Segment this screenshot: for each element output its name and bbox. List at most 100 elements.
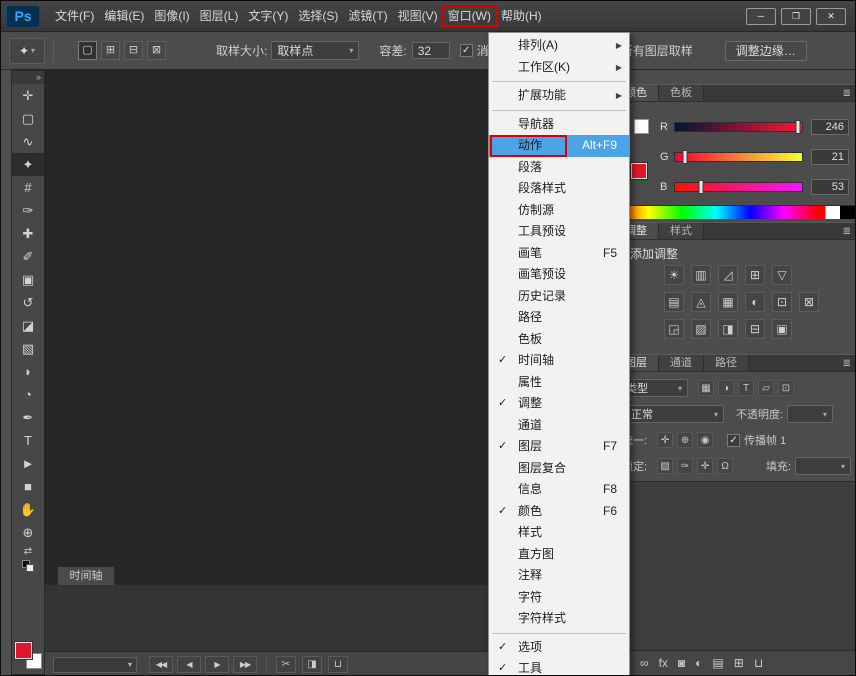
color-balance-icon[interactable]: ◬ bbox=[691, 292, 711, 312]
new-group-icon[interactable]: ▤ bbox=[712, 656, 723, 670]
menu-item[interactable]: 信息F8 bbox=[489, 479, 629, 501]
menu-item[interactable]: 色板 bbox=[489, 329, 629, 351]
filter-pixel-layers-icon[interactable]: ▦ bbox=[698, 380, 714, 396]
move-tool[interactable]: ✛ bbox=[12, 84, 44, 107]
menubar-item[interactable]: 选择(S) bbox=[293, 1, 343, 31]
curves-icon[interactable]: ◿ bbox=[718, 265, 738, 285]
menu-item[interactable]: 画笔预设 bbox=[489, 264, 629, 286]
new-adjustment-layer-icon[interactable]: ◐ bbox=[695, 656, 702, 670]
delete-layer-icon[interactable]: ⊔ bbox=[754, 656, 763, 670]
first-frame-button[interactable]: ◀◀ bbox=[149, 656, 173, 673]
menu-item[interactable]: 字符样式 bbox=[489, 608, 629, 630]
filter-shape-layers-icon[interactable]: ▱ bbox=[758, 380, 774, 396]
lock-position-icon[interactable]: ✛ bbox=[697, 458, 713, 474]
menu-item[interactable]: 导航器 bbox=[489, 114, 629, 136]
menu-item[interactable]: ✓调整 bbox=[489, 393, 629, 415]
type-tool[interactable]: T bbox=[12, 429, 44, 452]
unify-visibility-icon[interactable]: ◉ bbox=[697, 432, 713, 448]
layer-filter-dropdown[interactable]: 类型 ▾ bbox=[620, 379, 688, 397]
minimize-button[interactable]: ─ bbox=[746, 8, 776, 25]
blur-tool[interactable]: ◗ bbox=[12, 360, 44, 383]
transition-icon[interactable]: ◨ bbox=[302, 656, 322, 673]
brightness-contrast-icon[interactable]: ☀ bbox=[664, 265, 684, 285]
menubar-item[interactable]: 滤镜(T) bbox=[343, 1, 392, 31]
previous-frame-button[interactable]: ◀ bbox=[177, 656, 201, 673]
menubar-item[interactable]: 编辑(E) bbox=[99, 1, 149, 31]
exposure-icon[interactable]: ⊞ bbox=[745, 265, 765, 285]
intersect-selection-icon[interactable]: ⊠ bbox=[147, 41, 166, 60]
refine-edge-button[interactable]: 调整边缘… bbox=[725, 41, 807, 61]
subtract-from-selection-icon[interactable]: ⊟ bbox=[124, 41, 143, 60]
add-to-selection-icon[interactable]: ⊞ bbox=[101, 41, 120, 60]
maximize-button[interactable]: ❐ bbox=[781, 8, 811, 25]
healing-brush-tool[interactable]: ✚ bbox=[12, 222, 44, 245]
lasso-tool[interactable]: ∿ bbox=[12, 130, 44, 153]
panel-foreground-swatch[interactable] bbox=[634, 119, 649, 134]
history-brush-tool[interactable]: ↺ bbox=[12, 291, 44, 314]
menu-item[interactable]: 段落 bbox=[489, 157, 629, 179]
propagate-frame-checkbox[interactable]: ✓ 传播帧 1 bbox=[727, 432, 786, 448]
eraser-tool[interactable]: ◪ bbox=[12, 314, 44, 337]
r-channel-slider[interactable] bbox=[674, 122, 803, 132]
sample-size-dropdown[interactable]: 取样点 ▾ bbox=[271, 41, 359, 60]
hue-saturation-icon[interactable]: ▤ bbox=[664, 292, 684, 312]
menu-item[interactable]: 通道 bbox=[489, 415, 629, 437]
channel-mixer-icon[interactable]: ⊡ bbox=[772, 292, 792, 312]
menu-item[interactable]: 段落样式 bbox=[489, 178, 629, 200]
lock-pixels-icon[interactable]: ✑ bbox=[677, 458, 693, 474]
unify-scale-icon[interactable]: ⊕ bbox=[677, 432, 693, 448]
slider-handle[interactable] bbox=[683, 150, 688, 164]
menu-item[interactable]: 扩展功能▶ bbox=[489, 85, 629, 107]
panel-tab[interactable]: 样式 bbox=[659, 223, 704, 239]
delete-frame-icon[interactable]: ⊔ bbox=[328, 656, 348, 673]
panel-tab[interactable]: 色板 bbox=[659, 85, 704, 101]
shape-tool[interactable]: ■ bbox=[12, 475, 44, 498]
collapse-panel-icon[interactable]: » bbox=[12, 71, 44, 84]
slider-value[interactable]: 21 bbox=[811, 149, 849, 165]
unify-position-icon[interactable]: ✛ bbox=[657, 432, 673, 448]
panel-menu-icon[interactable]: ≣ bbox=[837, 85, 856, 101]
menu-item[interactable]: 工作区(K)▶ bbox=[489, 57, 629, 79]
menu-item[interactable]: 图层复合 bbox=[489, 458, 629, 480]
menu-item[interactable]: 排列(A)▶ bbox=[489, 35, 629, 57]
play-button[interactable]: ▶ bbox=[205, 656, 229, 673]
threshold-icon[interactable]: ◨ bbox=[718, 319, 738, 339]
levels-icon[interactable]: ▥ bbox=[691, 265, 711, 285]
fill-dropdown[interactable]: ▾ bbox=[795, 457, 851, 475]
lock-transparency-icon[interactable]: ▨ bbox=[657, 458, 673, 474]
magic-wand-tool[interactable]: ✦ bbox=[12, 153, 44, 176]
blend-mode-dropdown[interactable]: 正常 ▾ bbox=[620, 405, 724, 423]
default-colors-icon[interactable] bbox=[22, 560, 34, 572]
menu-item[interactable]: 样式 bbox=[489, 522, 629, 544]
vibrance-icon[interactable]: ▽ bbox=[772, 265, 792, 285]
menubar-item[interactable]: 图层(L) bbox=[195, 1, 244, 31]
filter-smart-objects-icon[interactable]: ⊡ bbox=[778, 380, 794, 396]
split-clip-icon[interactable]: ✂ bbox=[276, 656, 296, 673]
menu-item[interactable]: 属性 bbox=[489, 372, 629, 394]
menubar-item[interactable]: 窗口(W) bbox=[443, 1, 496, 31]
b-channel-slider[interactable] bbox=[674, 182, 803, 192]
selective-color-icon[interactable]: ▣ bbox=[772, 319, 792, 339]
menu-item[interactable]: ✓图层F7 bbox=[489, 436, 629, 458]
menu-item[interactable]: ✓选项 bbox=[489, 637, 629, 659]
brush-tool[interactable]: ✐ bbox=[12, 245, 44, 268]
menu-item[interactable]: 直方图 bbox=[489, 544, 629, 566]
color-spectrum-bar[interactable] bbox=[614, 205, 856, 219]
menubar-item[interactable]: 帮助(H) bbox=[496, 1, 547, 31]
panel-menu-icon[interactable]: ≣ bbox=[837, 223, 856, 239]
pen-tool[interactable]: ✒ bbox=[12, 406, 44, 429]
menu-item[interactable]: 工具预设 bbox=[489, 221, 629, 243]
path-selection-tool[interactable]: ► bbox=[12, 452, 44, 475]
posterize-icon[interactable]: ▨ bbox=[691, 319, 711, 339]
menubar-item[interactable]: 文件(F) bbox=[50, 1, 99, 31]
layer-mask-icon[interactable]: ◙ bbox=[678, 656, 685, 670]
menu-item[interactable]: ✓时间轴 bbox=[489, 350, 629, 372]
dodge-tool[interactable]: ◔ bbox=[12, 383, 44, 406]
menu-item[interactable]: 动作Alt+F9 bbox=[489, 135, 629, 157]
new-selection-icon[interactable]: ▢ bbox=[78, 41, 97, 60]
tolerance-input[interactable]: 32 bbox=[412, 42, 450, 59]
zoom-tool[interactable]: ⊕ bbox=[12, 521, 44, 544]
new-layer-icon[interactable]: ⊞ bbox=[734, 656, 744, 670]
slider-value[interactable]: 246 bbox=[811, 119, 849, 135]
menu-item[interactable]: ✓颜色F6 bbox=[489, 501, 629, 523]
